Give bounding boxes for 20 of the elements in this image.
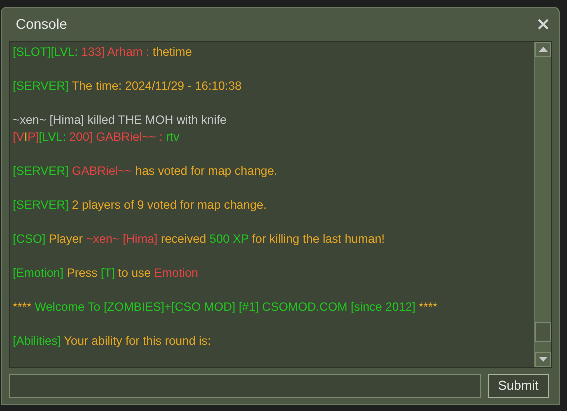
console-line: [SERVER] GABRiel~~ has voted for map change. (13, 163, 279, 180)
up-arrow-icon (538, 47, 548, 52)
console-line: **** Welcome To [ZOMBIES]+[CSO MOD] [#1] CSOMOD.COM [since 2012] **** (13, 299, 439, 316)
close-icon[interactable] (538, 19, 549, 30)
console-line: [Emotion] Press [T] to use Emotion (13, 265, 200, 282)
console-line: [SERVER] 2 players of 9 voted for map change. (13, 197, 268, 214)
window-title: Console (15, 15, 68, 34)
console-line: [SERVER] The time: 2024/11/29 - 16:10:38 (13, 78, 243, 95)
console-line: [Abilities] Your ability for this round is: (13, 333, 212, 350)
console-line: [VIP][LVL: 200] GABRiel~~ : rtv (13, 129, 181, 146)
scroll-thumb[interactable] (535, 322, 551, 342)
scroll-down-button[interactable] (535, 352, 551, 367)
input-field[interactable] (9, 374, 481, 398)
scroll-up-button[interactable] (535, 42, 551, 57)
console-line: [CSO] Player ~xen~ [Hima] received 500 XP for killing the last human! (13, 231, 386, 248)
down-arrow-icon (538, 357, 548, 362)
console-line: [SLOT][LVL: 133] Arham : thetime (13, 44, 194, 61)
console-line: ~xen~ [Hima] killed THE MOH with knife (13, 112, 228, 129)
scrollbar[interactable] (534, 42, 551, 367)
submit-button[interactable]: Submit (488, 374, 549, 398)
